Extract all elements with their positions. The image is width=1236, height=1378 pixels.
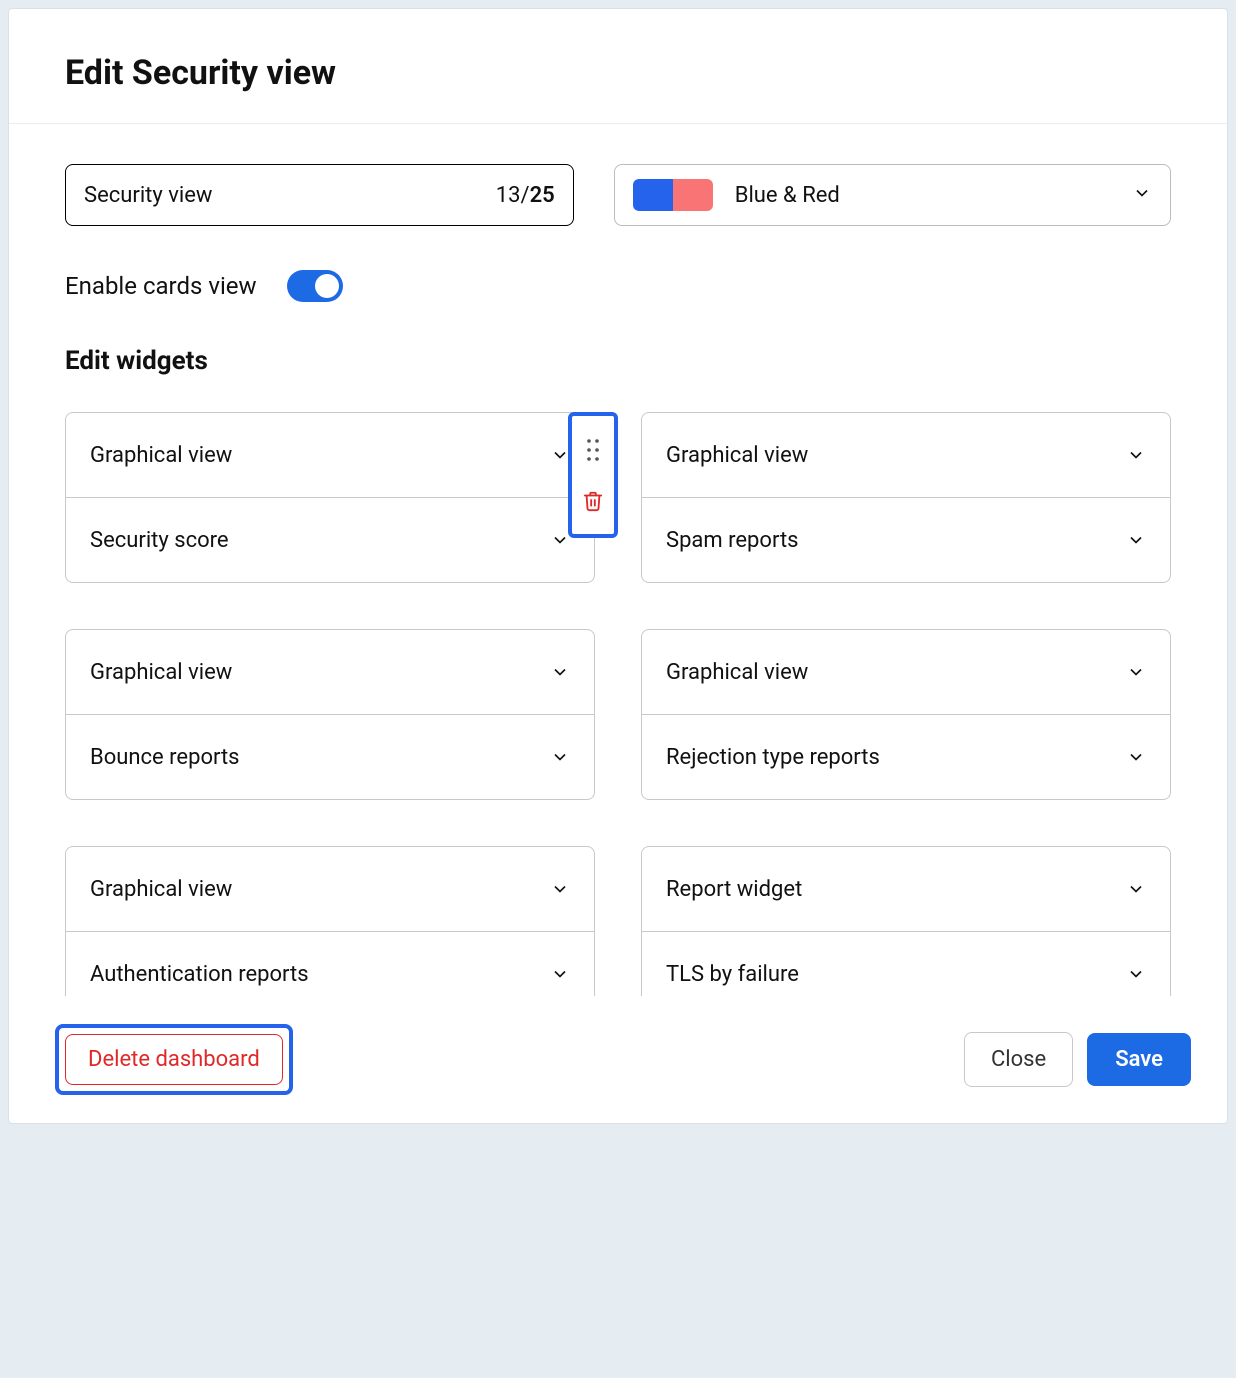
widget-type-select[interactable]: Graphical view — [66, 630, 594, 714]
widget-card[interactable]: Graphical view Bounce reports — [65, 629, 595, 800]
widgets-area: Graphical view Security score Graphical … — [65, 412, 1171, 996]
widget-source-select[interactable]: Spam reports — [642, 498, 1170, 582]
widget-grid: Graphical view Security score Graphical … — [65, 412, 1171, 996]
chevron-down-icon — [550, 662, 570, 682]
widget-card[interactable]: Graphical view Rejection type reports — [641, 629, 1171, 800]
color-theme-label: Blue & Red — [735, 183, 840, 208]
dialog-title: Edit Security view — [65, 53, 1171, 93]
widget-card[interactable]: Graphical view Security score — [65, 412, 595, 583]
color-theme-select[interactable]: Blue & Red — [614, 164, 1171, 226]
widget-row: Graphical view Security score Graphical … — [65, 412, 1171, 583]
widget-card[interactable]: Graphical view Spam reports — [641, 412, 1171, 583]
chevron-down-icon — [550, 964, 570, 984]
widget-source-select[interactable]: TLS by failure — [642, 932, 1170, 996]
chevron-down-icon — [1126, 879, 1146, 899]
delete-dashboard-button[interactable]: Delete dashboard — [65, 1034, 283, 1085]
chevron-down-icon — [1126, 747, 1146, 767]
close-button[interactable]: Close — [964, 1032, 1073, 1087]
widget-type-select[interactable]: Graphical view — [642, 630, 1170, 714]
chevron-down-icon — [1126, 445, 1146, 465]
widget-type-select[interactable]: Graphical view — [66, 847, 594, 931]
color-swatch — [633, 179, 713, 211]
chevron-down-icon — [550, 530, 570, 550]
widget-card[interactable]: Graphical view Authentication reports — [65, 846, 595, 996]
chevron-down-icon — [550, 445, 570, 465]
widget-source-select[interactable]: Bounce reports — [66, 715, 594, 799]
drag-handle-icon[interactable] — [584, 437, 602, 463]
widget-source-select[interactable]: Rejection type reports — [642, 715, 1170, 799]
chevron-down-icon — [1132, 183, 1152, 207]
edit-view-dialog: Edit Security view 13/25 Blue & Red Ena — [8, 8, 1228, 1124]
widget-type-select[interactable]: Graphical view — [642, 413, 1170, 497]
dialog-header: Edit Security view — [9, 9, 1227, 124]
trash-icon[interactable] — [582, 489, 604, 513]
top-row: 13/25 Blue & Red — [65, 164, 1171, 226]
dialog-body: 13/25 Blue & Red Enable cards view Edit … — [9, 124, 1227, 996]
cards-view-toggle[interactable] — [287, 270, 343, 302]
chevron-down-icon — [1126, 964, 1146, 984]
widget-row: Graphical view Bounce reports Graphical … — [65, 629, 1171, 800]
widget-row: Graphical view Authentication reports Re… — [65, 846, 1171, 996]
widget-handle-overlay — [568, 412, 618, 538]
widget-source-select[interactable]: Security score — [66, 498, 594, 582]
save-button[interactable]: Save — [1087, 1033, 1191, 1086]
view-name-field[interactable]: 13/25 — [65, 164, 574, 226]
char-counter: 13/25 — [496, 183, 555, 208]
edit-widgets-heading: Edit widgets — [65, 346, 1171, 376]
widget-card[interactable]: Report widget TLS by failure — [641, 846, 1171, 996]
view-name-input[interactable] — [84, 183, 496, 208]
cards-view-label: Enable cards view — [65, 272, 257, 300]
widget-type-select[interactable]: Graphical view — [66, 413, 594, 497]
delete-highlight: Delete dashboard — [55, 1024, 293, 1095]
chevron-down-icon — [550, 747, 570, 767]
chevron-down-icon — [550, 879, 570, 899]
chevron-down-icon — [1126, 662, 1146, 682]
widget-type-select[interactable]: Report widget — [642, 847, 1170, 931]
dialog-footer: Delete dashboard Close Save — [9, 996, 1227, 1123]
widget-source-select[interactable]: Authentication reports — [66, 932, 594, 996]
cards-view-toggle-row: Enable cards view — [65, 270, 1171, 302]
chevron-down-icon — [1126, 530, 1146, 550]
